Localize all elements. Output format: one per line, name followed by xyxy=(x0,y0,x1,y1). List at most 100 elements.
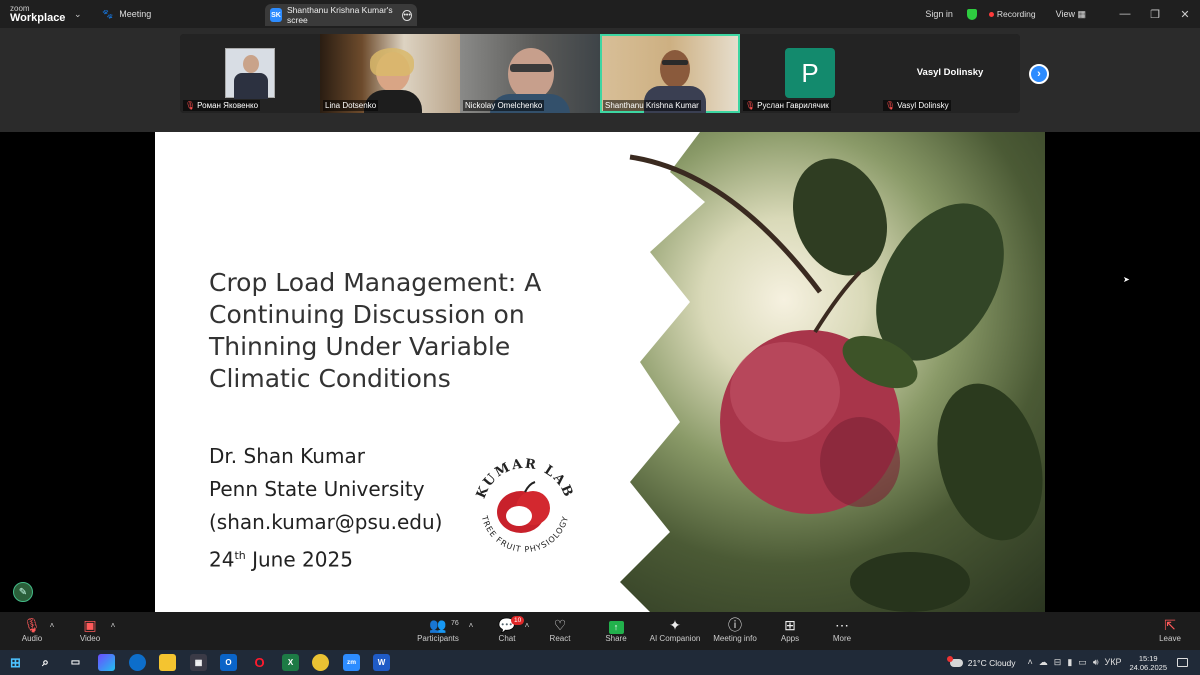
video-options-caret-icon[interactable]: ˄ xyxy=(105,621,121,630)
meeting-button[interactable]: 🐾 Meeting xyxy=(102,9,242,20)
sign-in-link[interactable]: Sign in xyxy=(925,9,953,19)
notification-icon[interactable] xyxy=(1177,658,1188,667)
minimize-icon[interactable]: — xyxy=(1110,8,1140,20)
participant-tile-active-speaker[interactable]: Shanthanu Krishna Kumar xyxy=(600,34,740,113)
react-label: React xyxy=(549,634,571,643)
close-icon[interactable]: ✕ xyxy=(1170,8,1200,21)
view-button[interactable]: View ▦ xyxy=(1056,9,1086,20)
participant-tile[interactable]: Lina Dotsenko xyxy=(320,34,460,113)
kumar-lab-logo: KUMAR LAB TREE FRUIT PHYSIOLOGY xyxy=(474,457,574,554)
tab-label: Shanthanu Krishna Kumar's scree xyxy=(287,5,393,25)
presenter-affiliation: Penn State University xyxy=(209,477,425,501)
chrome-icon[interactable] xyxy=(312,654,329,671)
excel-icon[interactable]: X xyxy=(282,654,299,671)
chevron-up-icon[interactable]: ˄ xyxy=(1028,657,1033,668)
network-icon[interactable]: ⊟ xyxy=(1054,657,1062,668)
edge-icon[interactable] xyxy=(129,654,146,671)
apps-label: Apps xyxy=(780,634,800,643)
microphone-icon[interactable]: ▮ xyxy=(1067,657,1072,668)
windows-taskbar: ⊞ ⌕ ▭ ▦ O O X zm W 21°C Cloudy ˄ ☁ ⊟ ▮ ▭… xyxy=(0,650,1200,675)
participant-name: Shanthanu Krishna Kumar xyxy=(603,100,701,111)
mic-muted-icon: 🎙 xyxy=(185,101,196,110)
more-options-icon[interactable]: ••• xyxy=(402,9,412,21)
volume-icon[interactable]: 🔊︎ xyxy=(1093,657,1099,668)
annotate-pen-button[interactable]: ✎ xyxy=(13,582,33,602)
profile-photo xyxy=(225,48,275,99)
avatar: SK xyxy=(270,8,282,22)
participants-button[interactable]: 👥 76 Participants xyxy=(408,616,468,643)
zoom-logo: zoom Workplace xyxy=(0,4,70,24)
chevron-right-icon: › xyxy=(1037,68,1041,80)
recording-label: Recording xyxy=(996,9,1036,19)
video-feed xyxy=(660,50,690,88)
meeting-label: Meeting xyxy=(119,9,152,19)
participant-tile[interactable]: P 🎙 Руслан Гаврилячик xyxy=(740,34,880,113)
date-suffix: th xyxy=(234,549,246,562)
meeting-info-label: Meeting info xyxy=(713,634,757,643)
share-button[interactable]: ↑ Share xyxy=(586,616,646,643)
zoom-taskbar-icon[interactable]: zm xyxy=(343,654,360,671)
participants-count: 76 xyxy=(451,620,459,627)
info-icon: ⓘ xyxy=(728,617,742,633)
meeting-info-button[interactable]: ⓘ Meeting info xyxy=(705,616,765,643)
participant-name: 🎙 Роман Яковенко xyxy=(183,100,261,111)
task-view-icon[interactable]: ▭ xyxy=(67,654,84,671)
audio-options-caret-icon[interactable]: ˄ xyxy=(44,621,60,630)
pen-icon: ✎ xyxy=(18,586,28,598)
leave-button[interactable]: ⇱ Leave xyxy=(1140,616,1200,643)
heart-icon: ♡ xyxy=(553,617,567,633)
weather-widget[interactable]: 21°C Cloudy xyxy=(946,655,1016,668)
shield-icon[interactable] xyxy=(966,8,977,20)
participant-tile[interactable]: 🎙 Роман Яковенко xyxy=(180,34,320,113)
apple-illustration xyxy=(610,132,1043,612)
leave-icon: ⇱ xyxy=(1164,617,1176,633)
presenter-name: Dr. Shan Kumar xyxy=(209,444,365,468)
search-icon[interactable]: ⌕ xyxy=(37,654,54,671)
react-button[interactable]: ♡ React xyxy=(530,616,590,643)
apps-button[interactable]: ⊞ Apps xyxy=(760,616,820,643)
participant-name-text: Lina Dotsenko xyxy=(325,101,377,110)
mic-muted-icon: 🎙 xyxy=(745,101,756,110)
presenter-email: (shan.kumar@psu.edu) xyxy=(209,510,443,534)
participant-name-text: Shanthanu Krishna Kumar xyxy=(605,101,699,110)
file-explorer-icon[interactable] xyxy=(159,654,176,671)
leave-label: Leave xyxy=(1159,634,1181,643)
clock-time: 15:19 xyxy=(1138,653,1158,663)
sparkle-icon: ✦ xyxy=(669,617,681,633)
chat-label: Chat xyxy=(498,634,516,643)
more-button[interactable]: ⋯ More xyxy=(812,616,872,643)
share-arrow-icon: ↑ xyxy=(608,621,624,634)
copilot-icon[interactable] xyxy=(98,654,115,671)
avatar: P xyxy=(785,48,835,98)
clock-date: 24.06.2025 xyxy=(1129,662,1167,672)
recording-dot-icon xyxy=(988,11,994,17)
chevron-down-icon[interactable]: ⌄ xyxy=(74,9,94,20)
recording-indicator[interactable]: Recording xyxy=(988,9,1036,19)
windows-start-icon[interactable]: ⊞ xyxy=(7,654,24,671)
presentation-date: 24th June 2025 xyxy=(209,539,442,577)
store-icon[interactable]: ▦ xyxy=(190,654,207,671)
outlook-icon[interactable]: O xyxy=(220,654,237,671)
next-page-button[interactable]: › xyxy=(1029,64,1049,84)
participant-name-text: Nickolay Omelchenko xyxy=(465,101,543,110)
tab-screen-share[interactable]: SK Shanthanu Krishna Kumar's scree ••• xyxy=(265,4,417,26)
mouse-cursor-icon: ➤ xyxy=(1123,275,1130,284)
opera-icon[interactable]: O xyxy=(251,654,268,671)
clock[interactable]: 15:19 24.06.2025 xyxy=(1129,654,1167,672)
input-language[interactable]: УКР xyxy=(1104,657,1121,668)
ai-companion-button[interactable]: ✦ AI Companion xyxy=(645,616,705,643)
video-label: Video xyxy=(79,634,101,643)
participant-tile[interactable]: Vasyl Dolinsky 🎙 Vasyl Dolinsky xyxy=(880,34,1020,113)
date-day: 24 xyxy=(209,547,235,572)
title-bar: zoom Workplace ⌄ 🐾 Meeting SK Shanthanu … xyxy=(0,0,1200,28)
display-icon[interactable]: ▭ xyxy=(1078,657,1087,668)
word-icon[interactable]: W xyxy=(373,654,390,671)
share-label: Share xyxy=(605,634,627,643)
system-tray[interactable]: ˄ ☁ ⊟ ▮ ▭ 🔊︎ УКР xyxy=(1028,657,1122,668)
restore-icon[interactable]: ❐ xyxy=(1140,8,1170,21)
logo-text-workplace: Workplace xyxy=(10,12,66,24)
audio-label: Audio xyxy=(21,634,43,643)
paw-icon: 🐾 xyxy=(102,8,114,19)
cloud-sync-icon[interactable]: ☁ xyxy=(1039,657,1048,668)
participant-tile[interactable]: Nickolay Omelchenko xyxy=(460,34,600,113)
